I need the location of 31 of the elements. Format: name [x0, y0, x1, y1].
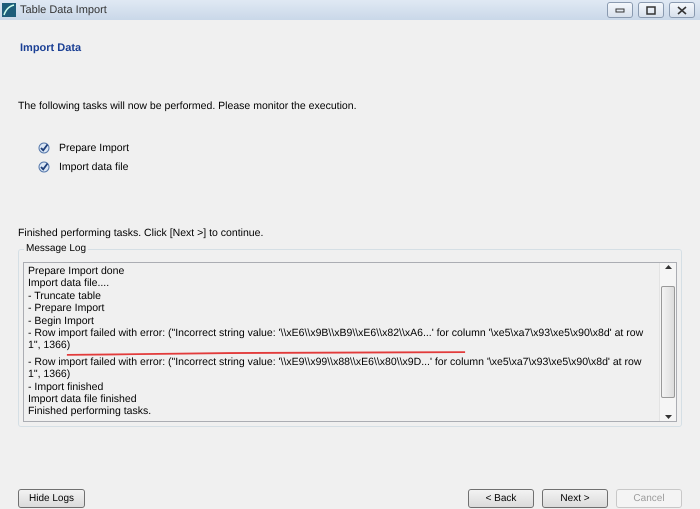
- window-title: Table Data Import: [20, 4, 108, 16]
- page-heading: Import Data: [20, 42, 82, 54]
- intro-text: The following tasks will now be performed. Please monitor the execution.: [18, 100, 358, 112]
- scroll-up-icon[interactable]: [664, 265, 672, 269]
- log-line: - Prepare Import: [28, 302, 104, 315]
- back-button[interactable]: < Back: [468, 489, 534, 508]
- log-line: Finished performing tasks.: [28, 405, 152, 418]
- scroll-down-icon[interactable]: [664, 415, 672, 419]
- log-line: Prepare Import done: [28, 265, 124, 278]
- status-text: Finished performing tasks. Click [Next >] to continue.: [18, 227, 264, 239]
- task-label: Prepare Import: [59, 142, 130, 154]
- log-line: - Begin Import: [28, 314, 94, 328]
- close-icon: [677, 6, 687, 14]
- log-line: - Row import failed with error: ("Incorrect string value: '\\xE6\\x9B\\xB9\\xE6\\x82\\xA6...' for column '\xe5\xa7\x93\xe5\x90\x8d' at row 1", 1366): [28, 327, 644, 352]
- close-button[interactable]: [669, 2, 695, 18]
- log-line: Import data file....: [28, 277, 110, 290]
- log-line: - Truncate table: [28, 290, 101, 302]
- hide-logs-button[interactable]: Hide Logs: [18, 489, 86, 508]
- log-line: Import data file finished: [28, 393, 137, 406]
- minimize-icon: [615, 7, 625, 13]
- next-button[interactable]: Next >: [542, 489, 608, 508]
- scroll-thumb[interactable]: [661, 286, 675, 398]
- scrollbar[interactable]: [659, 263, 676, 421]
- maximize-icon: [646, 6, 656, 14]
- log-line: - Import finished: [28, 380, 104, 394]
- maximize-button[interactable]: [638, 2, 664, 18]
- task-label: Import data file: [59, 161, 128, 173]
- minimize-button[interactable]: [607, 2, 633, 18]
- log-line: - Row import failed with error: ("Incorrect string value: '\\xE9\\x99\\x88\\xE6\\x80\\x9D...' for column '\xe5\xa7\x93\xe5\x90\x8d' at row 1", 1366): [28, 356, 642, 381]
- group-title: Message Log: [24, 243, 88, 254]
- app-logo-icon: [2, 3, 16, 17]
